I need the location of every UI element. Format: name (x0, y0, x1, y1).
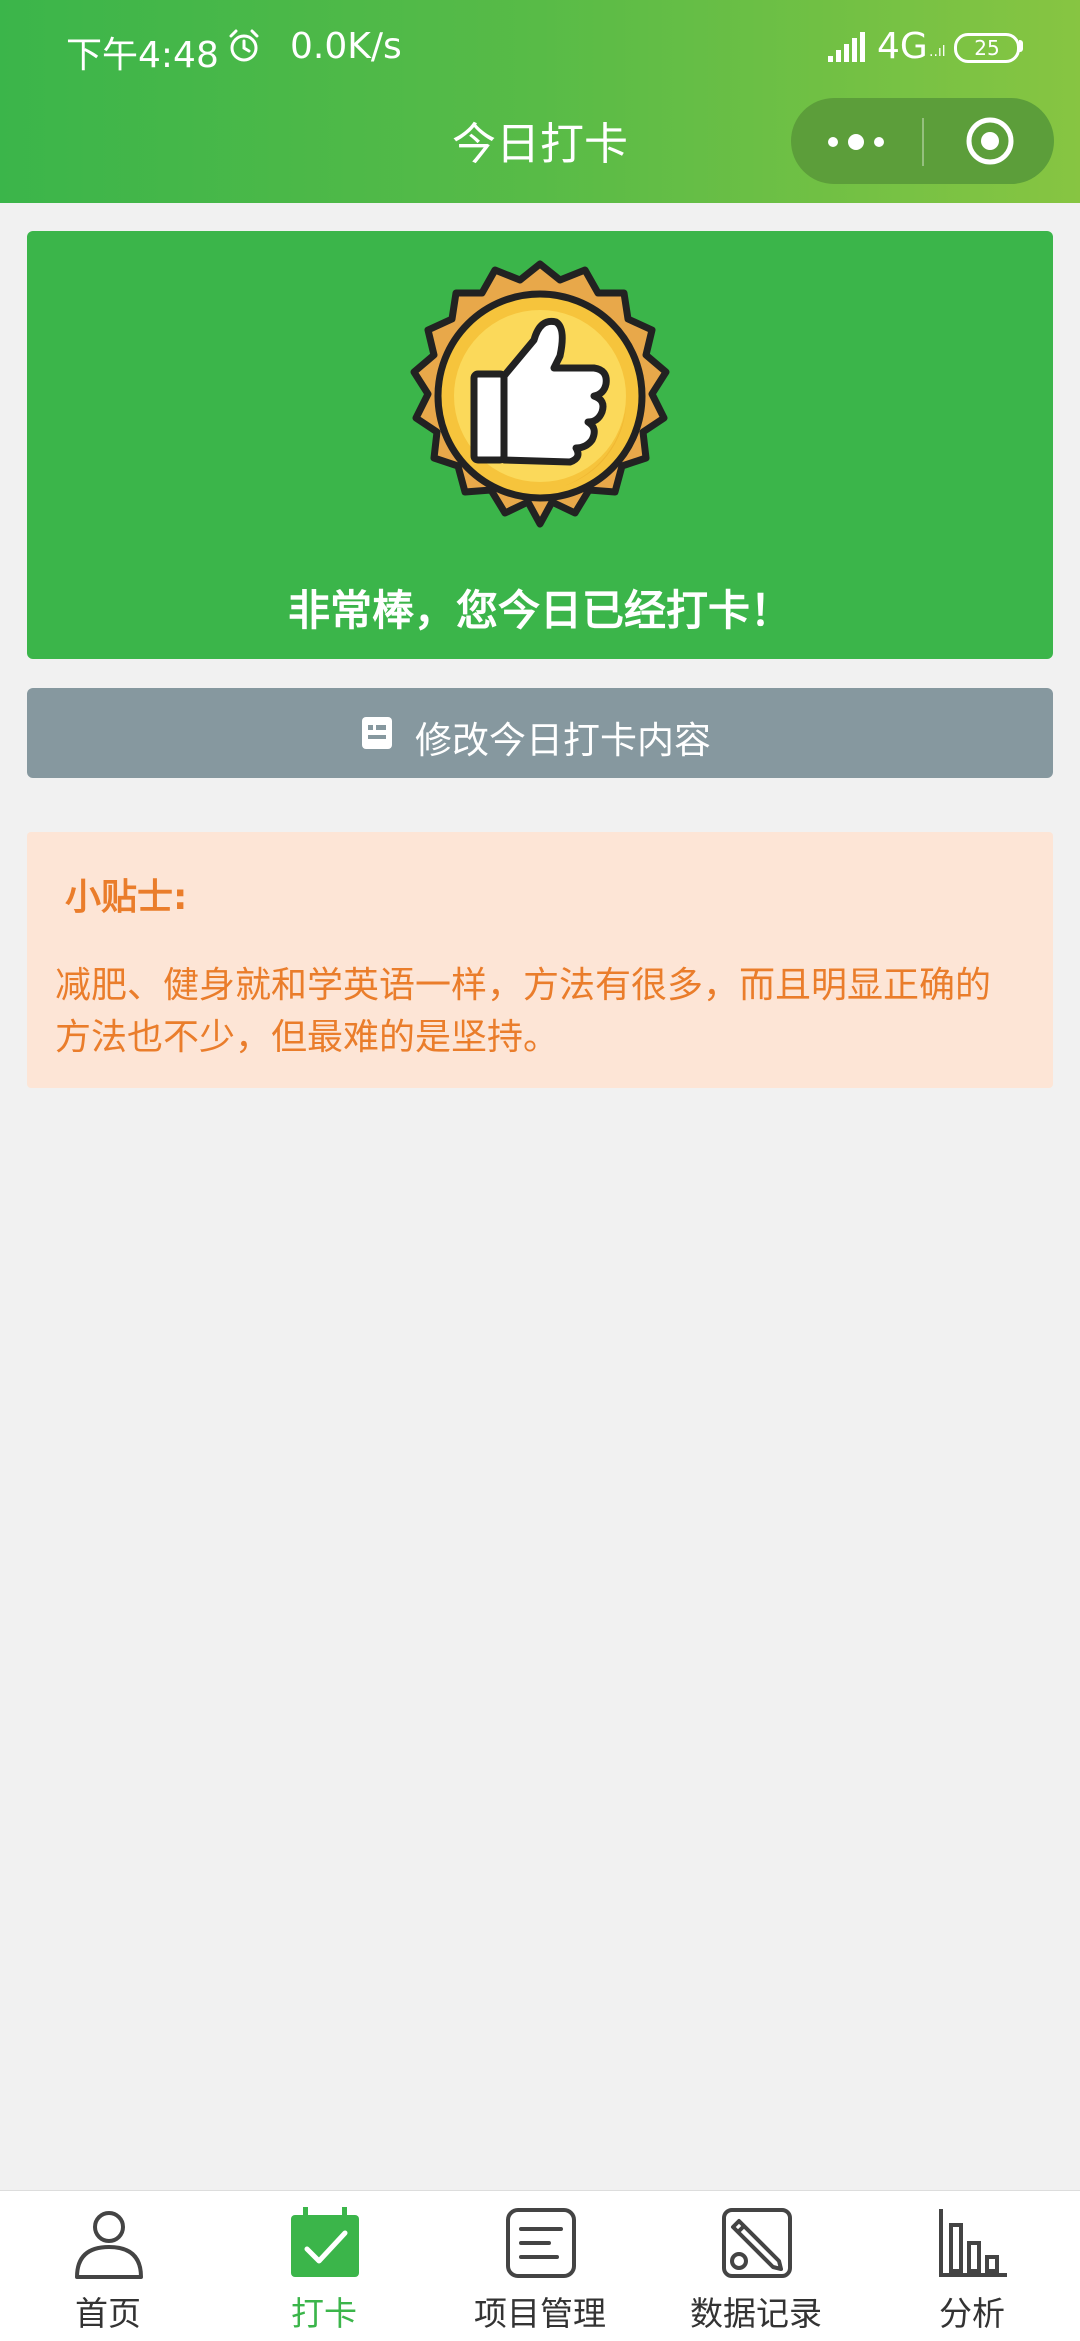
tips-title: 小贴士: (65, 877, 188, 918)
edit-checkin-label: 修改今日打卡内容 (415, 719, 711, 762)
bottom-tab-bar: 首页 打卡 项目管理 数据记录 分析 (0, 2190, 1080, 2341)
tab-home[interactable]: 首页 (0, 2191, 216, 2341)
network-type: 4G (877, 26, 928, 67)
network-activity: ..ıl (929, 44, 946, 60)
tab-checkin[interactable]: 打卡 (216, 2191, 432, 2341)
tab-analysis[interactable]: 分析 (864, 2191, 1080, 2341)
tab-label: 数据记录 (690, 2294, 822, 2333)
tab-projects[interactable]: 项目管理 (432, 2191, 648, 2341)
tips-body: 减肥、健身就和学英语一样，方法有很多，而且明显正确的方法也不少，但最难的是坚持。 (55, 965, 992, 1058)
tab-label: 项目管理 (474, 2294, 606, 2333)
mini-program-capsule (791, 98, 1054, 184)
more-icon[interactable] (821, 122, 891, 162)
document-icon (362, 717, 392, 749)
status-time: 下午4:48 (66, 35, 219, 76)
tips-card: 小贴士: 减肥、健身就和学英语一样，方法有很多，而且明显正确的方法也不少，但最难… (27, 832, 1053, 1088)
edit-record-icon (722, 2208, 792, 2278)
user-icon (75, 2211, 143, 2279)
list-icon (506, 2208, 576, 2278)
network-speed: 0.0K/s (290, 26, 402, 67)
tab-label: 打卡 (291, 2294, 357, 2333)
battery-indicator: 25 (954, 33, 1020, 63)
tab-label: 分析 (939, 2294, 1005, 2333)
app-header: 下午4:48 0.0K/s 4G ..ıl 25 今日打卡 (0, 0, 1080, 203)
calendar-check-icon (291, 2207, 359, 2277)
capsule-divider (922, 118, 924, 166)
tab-records[interactable]: 数据记录 (648, 2191, 864, 2341)
alarm-clock-icon (229, 29, 259, 62)
battery-tip (1019, 40, 1023, 52)
tab-label: 首页 (75, 2294, 141, 2333)
edit-checkin-button[interactable]: 修改今日打卡内容 (27, 688, 1053, 778)
checkin-success-card: 非常棒，您今日已经打卡！ (27, 231, 1053, 659)
signal-strength-icon (828, 32, 865, 62)
close-target-icon[interactable] (964, 115, 1016, 167)
thumbs-up-badge-icon (410, 260, 670, 528)
checkin-success-message: 非常棒，您今日已经打卡！ (287, 586, 792, 635)
bar-chart-icon (939, 2209, 1007, 2277)
status-bar: 下午4:48 0.0K/s 4G ..ıl 25 (0, 0, 1080, 95)
